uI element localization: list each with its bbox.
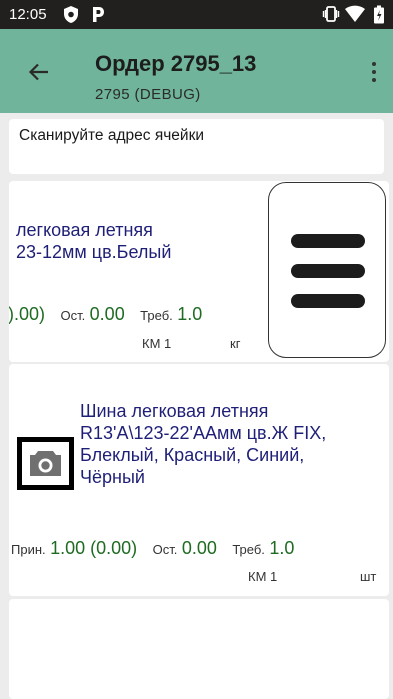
hamburger-menu-button[interactable] (268, 182, 386, 358)
back-arrow-icon[interactable] (26, 59, 52, 85)
page-subtitle: 2795 (DEBUG) (95, 86, 201, 103)
remaining-label: Ост. (152, 542, 178, 557)
received-label: Прин. (11, 542, 46, 557)
product-name: легковая летняя 23-12мм цв.Белый (16, 220, 172, 262)
camera-button[interactable] (17, 437, 74, 490)
quantity-row: ).00) Ост. 0.00 Треб. 1.0 (9, 304, 202, 325)
vibrate-icon (322, 6, 340, 22)
received-value: 1.00 (0.00) (50, 538, 138, 558)
status-time: 12:05 (9, 6, 47, 23)
order-item-card[interactable]: легковая летняя 23-12мм цв.Белый ).00) О… (9, 181, 389, 362)
unit-label: шт (360, 569, 377, 584)
status-bar: 12:05 (0, 0, 393, 29)
scan-address-field[interactable]: Сканируйте адрес ячейки (9, 119, 384, 174)
remaining-value: 0.00 (89, 304, 125, 324)
parking-icon (93, 7, 104, 22)
remaining-label: Ост. (60, 308, 86, 323)
wifi-icon (345, 5, 365, 22)
order-item-card[interactable] (9, 599, 389, 699)
location-label: КМ 1 (142, 336, 172, 351)
required-label: Треб. (140, 308, 173, 323)
required-value: 1.0 (177, 304, 203, 324)
remaining-value: 0.00 (181, 538, 217, 558)
shield-icon (64, 6, 78, 23)
required-label: Треб. (232, 542, 265, 557)
camera-icon (30, 451, 61, 476)
more-vert-icon[interactable] (369, 62, 379, 86)
product-name: Шина легковая летняя R13'A\123-22'AАмм ц… (80, 401, 327, 487)
quantity-row: Прин. 1.00 (0.00) Ост. 0.00 Треб. 1.0 (11, 538, 294, 559)
unit-label: кг (230, 336, 241, 351)
location-label: КМ 1 (248, 569, 278, 584)
page-title: Ордер 2795_13 (95, 51, 257, 76)
received-value: ).00) (9, 304, 46, 324)
battery-icon (374, 5, 384, 24)
order-item-card[interactable]: Шина легковая летняя R13'A\123-22'AАмм ц… (9, 364, 389, 596)
app-toolbar: Ордер 2795_13 2795 (DEBUG) (0, 29, 393, 113)
required-value: 1.0 (269, 538, 295, 558)
scan-placeholder: Сканируйте адрес ячейки (19, 127, 205, 144)
